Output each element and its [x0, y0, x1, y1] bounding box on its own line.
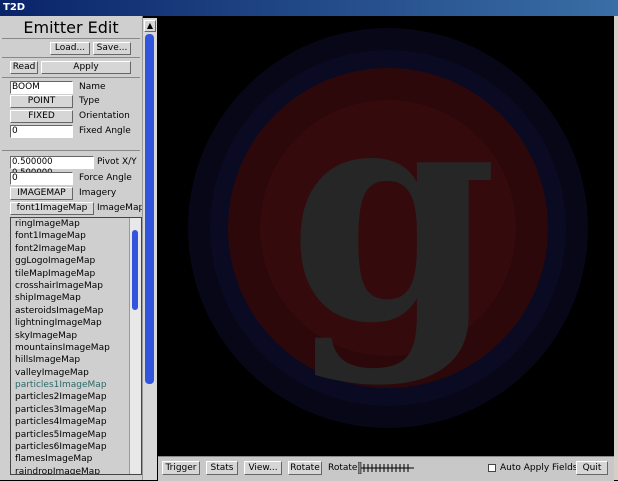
panel-title: Emitter Edit	[23, 18, 119, 37]
window-title: T2D	[3, 2, 26, 13]
dropdown-item[interactable]: shipImageMap	[11, 292, 141, 304]
view-button[interactable]: View...	[244, 461, 282, 475]
window-titlebar[interactable]: T2D	[0, 0, 618, 16]
auto-apply-label: Auto Apply Fields?	[500, 463, 583, 473]
dropdown-scrollbar[interactable]	[129, 218, 141, 474]
orientation-label: Orientation	[79, 111, 130, 121]
scroll-up-icon[interactable]: ▲	[144, 20, 156, 32]
dropdown-item[interactable]: particles4ImageMap	[11, 416, 141, 428]
save-button[interactable]: Save...	[93, 42, 131, 55]
divider	[2, 38, 140, 39]
gg-logo-watermark: g	[188, 28, 588, 428]
fixed-angle-label: Fixed Angle	[79, 126, 131, 136]
rotate-field-label: Rotate:	[328, 463, 361, 473]
bottom-toolbar: Trigger Stats View... Rotate Rotate: Aut…	[158, 456, 614, 481]
dropdown-item[interactable]: ringImageMap	[11, 218, 141, 230]
dropdown-item[interactable]: ggLogoImageMap	[11, 255, 141, 267]
dropdown-item[interactable]: crosshairImageMap	[11, 280, 141, 292]
dropdown-item[interactable]: particles6ImageMap	[11, 441, 141, 453]
dropdown-item[interactable]: particles1ImageMap	[11, 379, 141, 391]
scroll-thumb[interactable]	[145, 34, 154, 384]
dropdown-item[interactable]: flamesImageMap	[11, 453, 141, 465]
name-field[interactable]: BOOM	[10, 81, 73, 94]
fixed-angle-field[interactable]: 0	[10, 125, 73, 138]
pivot-field[interactable]: 0.500000 0.500000	[10, 156, 94, 178]
dropdown-item[interactable]: particles5ImageMap	[11, 429, 141, 441]
dropdown-item[interactable]: font2ImageMap	[11, 243, 141, 255]
auto-apply-checkbox[interactable]	[488, 464, 496, 472]
emitter-preview-canvas[interactable]: g	[158, 18, 614, 456]
force-angle-field[interactable]: 0	[10, 172, 73, 185]
orientation-button[interactable]: FIXED	[10, 110, 73, 123]
type-button[interactable]: POINT	[10, 95, 73, 108]
imagemap-label: ImageMap	[97, 203, 145, 213]
quit-button[interactable]: Quit	[576, 461, 608, 475]
dropdown-item[interactable]: particles3ImageMap	[11, 404, 141, 416]
rotate-button[interactable]: Rotate	[288, 461, 322, 475]
type-label: Type	[79, 96, 100, 106]
load-button[interactable]: Load...	[50, 42, 90, 55]
dropdown-item[interactable]: font1ImageMap	[11, 230, 141, 242]
pivot-label: Pivot X/Y	[97, 157, 137, 167]
rotate-slider[interactable]	[358, 462, 414, 474]
logo-letter: g	[288, 36, 498, 389]
panel-scrollbar[interactable]: ▲	[142, 18, 157, 480]
dropdown-item[interactable]: asteroidsImageMap	[11, 305, 141, 317]
imagery-button[interactable]: IMAGEMAP	[10, 187, 73, 200]
trigger-button[interactable]: Trigger	[162, 461, 200, 475]
dropdown-item[interactable]: lightningImageMap	[11, 317, 141, 329]
divider	[2, 57, 140, 58]
window-right-border	[614, 16, 618, 480]
divider	[2, 150, 140, 151]
apply-button[interactable]: Apply	[41, 61, 131, 74]
dropdown-item[interactable]: tileMapImageMap	[11, 268, 141, 280]
read-button[interactable]: Read	[10, 61, 38, 74]
dropdown-scroll-thumb[interactable]	[132, 230, 138, 310]
force-angle-label: Force Angle	[79, 173, 132, 183]
divider	[2, 77, 140, 78]
name-label: Name	[79, 82, 106, 92]
dropdown-item[interactable]: raindropImageMap	[11, 466, 141, 474]
dropdown-item[interactable]: hillsImageMap	[11, 354, 141, 366]
dropdown-item[interactable]: valleyImageMap	[11, 367, 141, 379]
imagemap-dropdown-list[interactable]: ringImageMap font1ImageMap font2ImageMap gg…	[10, 217, 142, 475]
dropdown-item[interactable]: skyImageMap	[11, 330, 141, 342]
stats-button[interactable]: Stats	[206, 461, 238, 475]
imagemap-select[interactable]: font1ImageMap	[10, 202, 94, 215]
dropdown-item[interactable]: particles2ImageMap	[11, 391, 141, 403]
imagery-label: Imagery	[79, 188, 117, 198]
dropdown-item[interactable]: mountainsImageMap	[11, 342, 141, 354]
